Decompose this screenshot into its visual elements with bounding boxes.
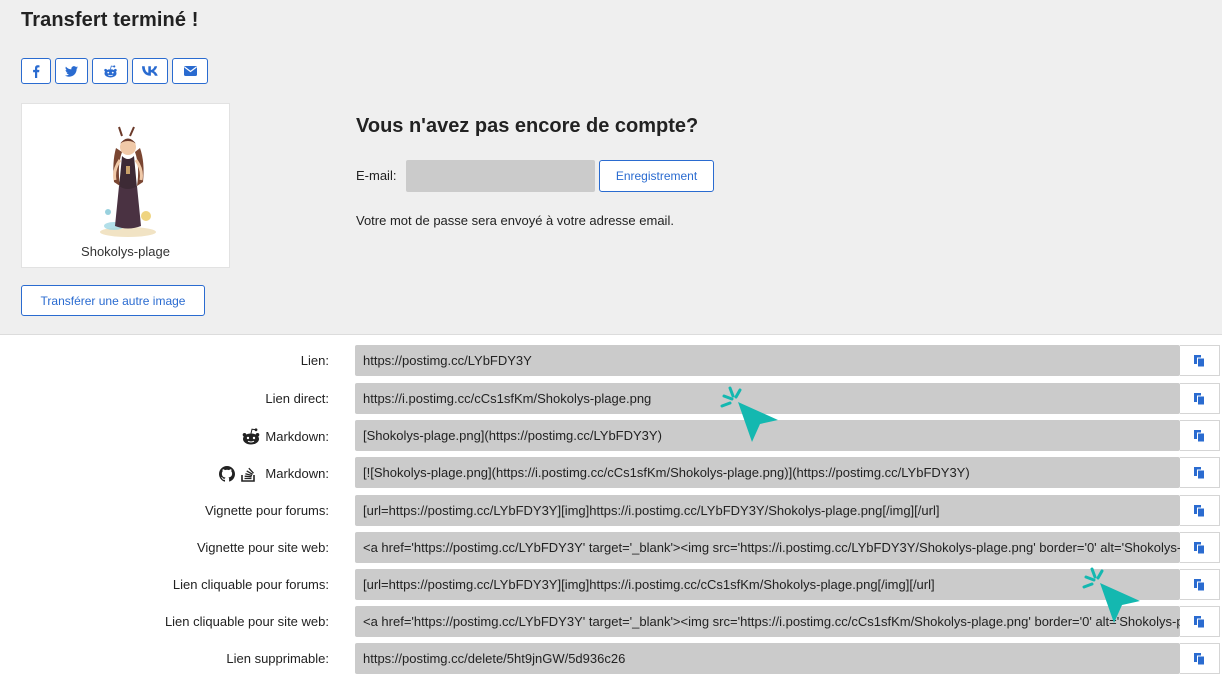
link-row: Markdown: [Shokolys-plage.png](https://p… xyxy=(0,420,1222,451)
link-row: Lien cliquable pour forums: [url=https:/… xyxy=(0,569,1222,600)
github-icon xyxy=(219,465,236,482)
register-button[interactable]: Enregistrement xyxy=(599,160,714,192)
password-note: Votre mot de passe sera envoyé à votre a… xyxy=(356,213,674,228)
copy-icon xyxy=(1194,354,1205,367)
copy-icon xyxy=(1194,615,1205,628)
click-cursor-icon xyxy=(1082,567,1140,623)
email-label: E-mail: xyxy=(356,168,397,183)
link-label: Lien: xyxy=(300,353,329,368)
link-label: Lien direct: xyxy=(265,391,329,406)
copy-button[interactable] xyxy=(1180,606,1220,637)
email-share-button[interactable] xyxy=(172,58,208,84)
twitter-icon xyxy=(65,65,78,77)
copy-icon xyxy=(1194,429,1205,442)
stackoverflow-icon xyxy=(241,467,256,482)
copy-button[interactable] xyxy=(1180,495,1220,526)
copy-icon xyxy=(1194,578,1205,591)
page-title: Transfert terminé ! xyxy=(21,9,199,31)
email-icon xyxy=(183,66,197,76)
link-field[interactable]: https://postimg.cc/delete/5ht9jnGW/5d936… xyxy=(355,643,1180,674)
copy-icon xyxy=(1194,652,1205,665)
link-field[interactable]: <a href='https://postimg.cc/LYbFDY3Y' ta… xyxy=(355,532,1180,563)
link-field[interactable]: https://postimg.cc/LYbFDY3Y xyxy=(355,345,1180,376)
link-field[interactable]: [url=https://postimg.cc/LYbFDY3Y][img]ht… xyxy=(355,495,1180,526)
link-field[interactable]: <a href='https://postimg.cc/LYbFDY3Y' ta… xyxy=(355,606,1180,637)
facebook-icon xyxy=(33,64,40,78)
copy-icon xyxy=(1194,504,1205,517)
copy-button[interactable] xyxy=(1180,532,1220,563)
reddit-icon xyxy=(243,428,260,445)
share-buttons xyxy=(21,58,212,84)
vk-icon xyxy=(142,66,158,76)
copy-button[interactable] xyxy=(1180,345,1220,376)
link-field[interactable]: [![Shokolys-plage.png](https://i.postimg… xyxy=(355,457,1180,488)
link-label: Vignette pour forums: xyxy=(204,503,329,518)
link-label: Vignette pour site web: xyxy=(196,540,329,555)
facebook-share-button[interactable] xyxy=(21,58,51,84)
reddit-icon xyxy=(103,64,117,77)
link-label-text: Markdown: xyxy=(265,466,329,481)
copy-icon xyxy=(1194,541,1205,554)
click-cursor-icon xyxy=(720,386,778,442)
link-row: Vignette pour forums: [url=https://posti… xyxy=(0,495,1222,526)
copy-button[interactable] xyxy=(1180,420,1220,451)
uploaded-image-thumbnail[interactable]: Shokolys-plage xyxy=(21,103,230,268)
transfer-another-image-button[interactable]: Transférer une autre image xyxy=(21,285,205,316)
link-row: Lien supprimable: https://postimg.cc/del… xyxy=(0,643,1222,674)
copy-icon xyxy=(1194,466,1205,479)
link-row: Lien: https://postimg.cc/LYbFDY3Y xyxy=(0,345,1222,376)
copy-button[interactable] xyxy=(1180,457,1220,488)
link-label-text: Markdown: xyxy=(265,429,329,444)
account-heading: Vous n'avez pas encore de compte? xyxy=(356,115,699,137)
link-label: Markdown: xyxy=(241,428,329,445)
vk-share-button[interactable] xyxy=(132,58,168,84)
link-row: Vignette pour site web: <a href='https:/… xyxy=(0,532,1222,563)
link-label: Lien supprimable: xyxy=(226,651,329,666)
copy-button[interactable] xyxy=(1180,383,1220,414)
link-row: Markdown: [![Shokolys-plage.png](https:/… xyxy=(0,457,1222,488)
thumbnail-caption: Shokolys-plage xyxy=(81,244,170,259)
link-label: Markdown: xyxy=(219,465,329,482)
link-row: Lien cliquable pour site web: <a href='h… xyxy=(0,606,1222,637)
email-input[interactable] xyxy=(406,160,595,192)
thumbnail-image xyxy=(100,126,156,237)
reddit-share-button[interactable] xyxy=(92,58,128,84)
copy-icon xyxy=(1194,392,1205,405)
upload-result-panel: Transfert terminé ! Shokolys-plage Trans… xyxy=(0,0,1222,335)
copy-button[interactable] xyxy=(1180,569,1220,600)
copy-button[interactable] xyxy=(1180,643,1220,674)
link-field[interactable]: [url=https://postimg.cc/LYbFDY3Y][img]ht… xyxy=(355,569,1180,600)
link-label: Lien cliquable pour forums: xyxy=(172,577,329,592)
link-label: Lien cliquable pour site web: xyxy=(164,614,329,629)
link-row: Lien direct: https://i.postimg.cc/cCs1sf… xyxy=(0,383,1222,414)
twitter-share-button[interactable] xyxy=(55,58,88,84)
